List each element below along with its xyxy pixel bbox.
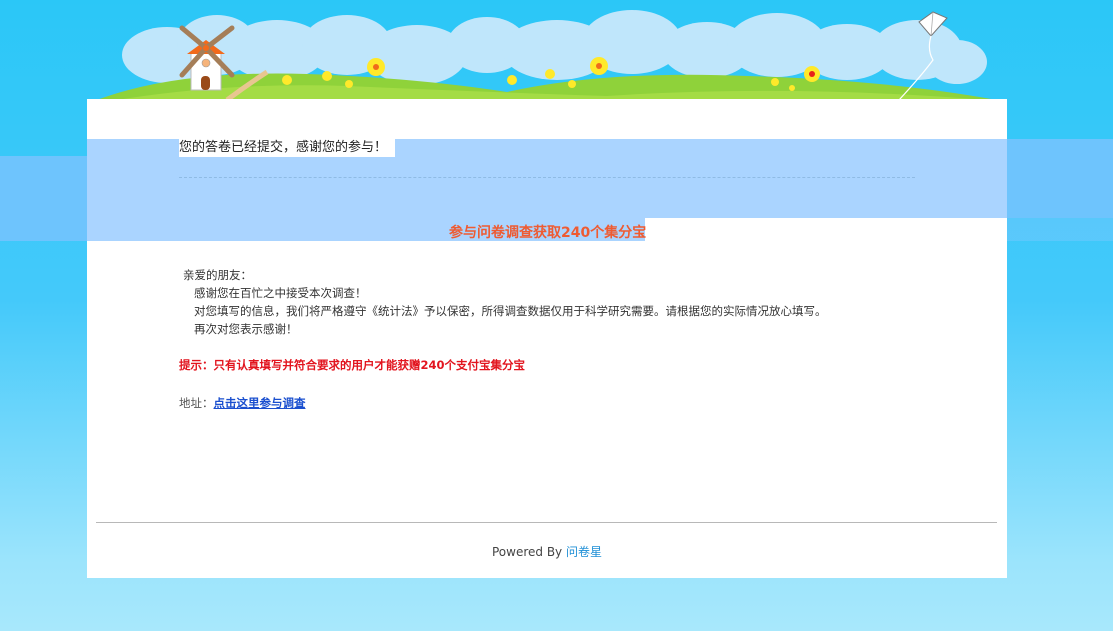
header-banner (97, 10, 997, 100)
footer-divider (96, 522, 997, 523)
join-survey-link[interactable]: 点击这里参与调查 (214, 396, 306, 410)
highlight-band-right (1007, 139, 1113, 218)
address-label: 地址： (179, 396, 214, 410)
brand-link[interactable]: 问卷星 (566, 545, 602, 559)
letter-greeting: 亲爱的朋友： (183, 268, 252, 282)
thank-you-letter: 亲爱的朋友： 感谢您在百忙之中接受本次调查！ 对您填写的信息，我们将严格遵守《统… (179, 266, 827, 338)
letter-line: 对您填写的信息，我们将严格遵守《统计法》予以保密，所得调查数据仅用于科学研究需要… (194, 304, 827, 318)
letter-line: 再次对您表示感谢！ (194, 322, 298, 336)
footer: Powered By 问卷星 (0, 543, 1094, 561)
highlight-band-left (0, 156, 87, 241)
promo-headline: 参与问卷调查获取240个集分宝 (449, 225, 647, 241)
letter-line: 感谢您在百忙之中接受本次调查！ (194, 286, 367, 300)
powered-by-text: Powered By (491, 545, 563, 559)
dashed-divider (179, 177, 915, 178)
reward-tip: 提示：只有认真填写并符合要求的用户才能获赠240个支付宝集分宝 (179, 358, 526, 372)
survey-address: 地址：点击这里参与调查 (179, 394, 306, 412)
submit-confirmation-title: 您的答卷已经提交，感谢您的参与！ (179, 139, 396, 157)
